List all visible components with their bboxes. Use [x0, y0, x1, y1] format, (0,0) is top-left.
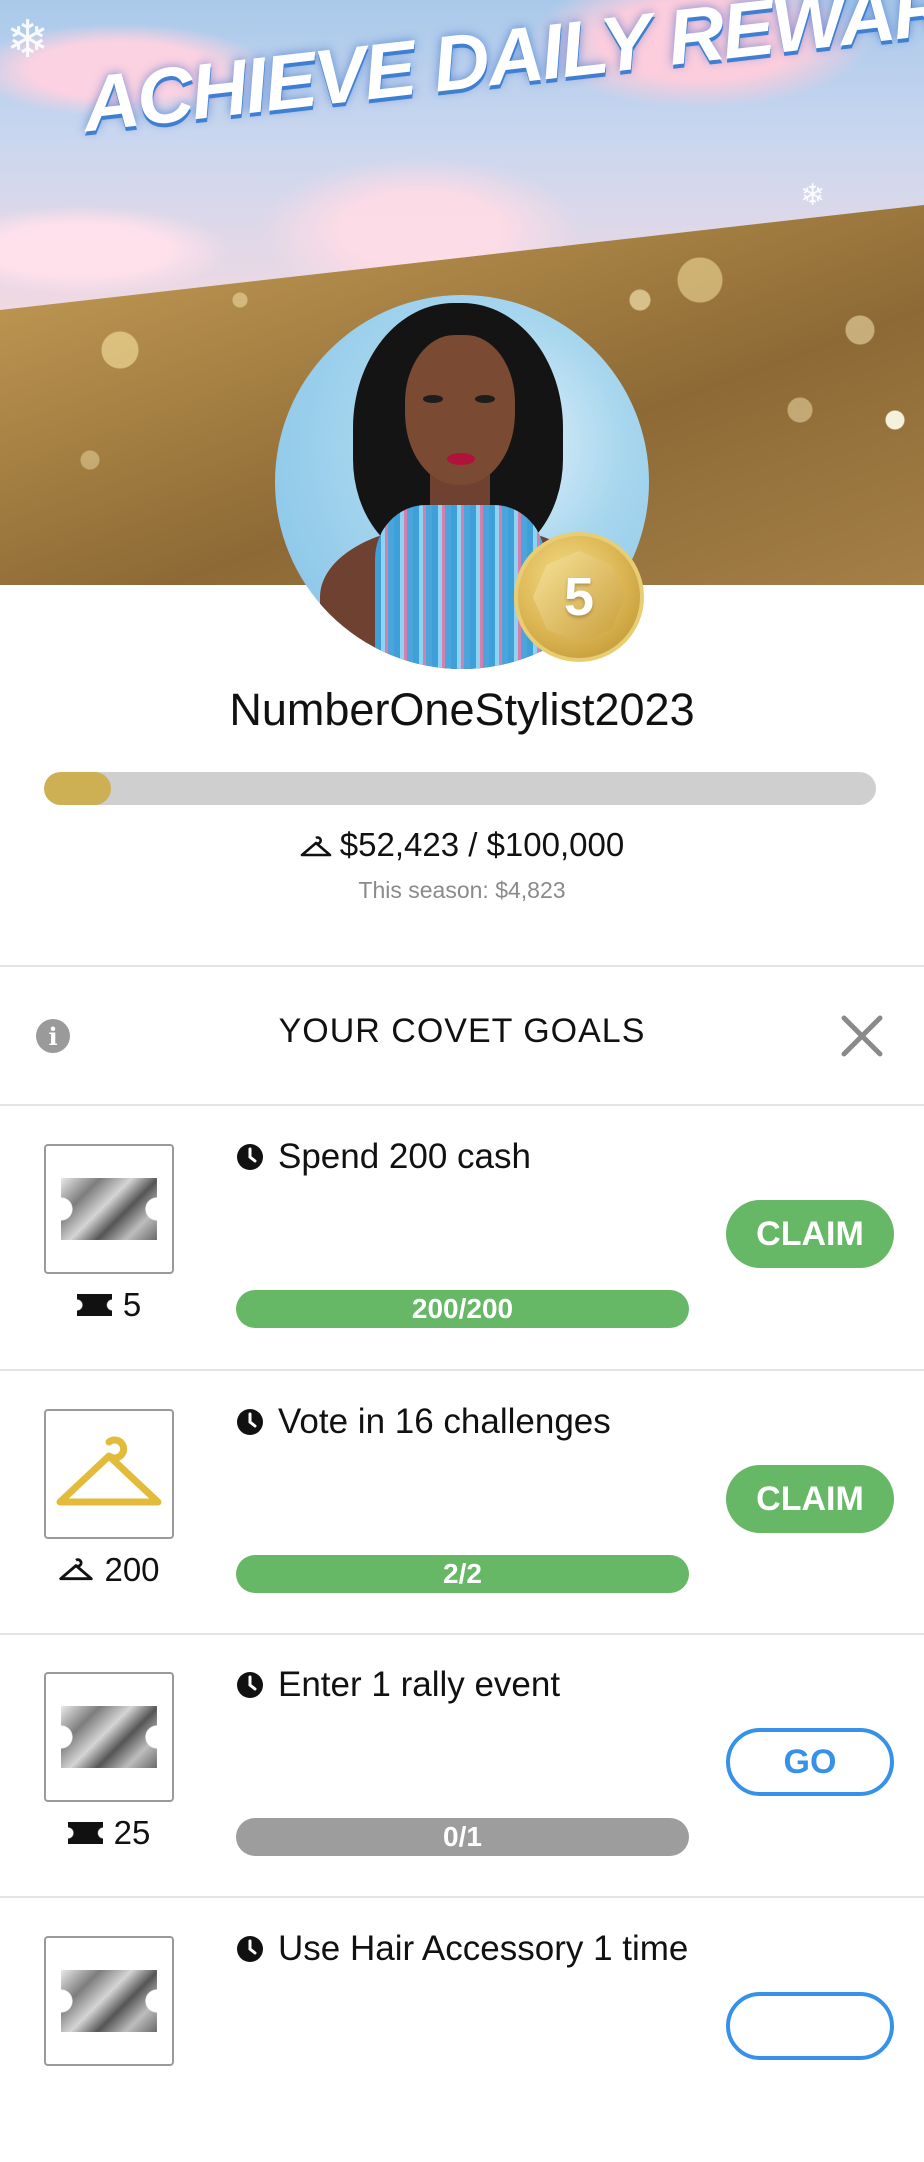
reward-thumbnail [44, 1144, 174, 1274]
goal-description-row: Enter 1 rally event [236, 1664, 706, 1706]
go-button[interactable]: GO [726, 1728, 894, 1796]
divider [0, 965, 924, 967]
ticket-icon [61, 1970, 157, 2032]
balance-row: $52,423 / $100,000 [0, 826, 924, 864]
divider [0, 1633, 924, 1635]
goal-description-row: Spend 200 cash [236, 1136, 706, 1178]
clock-icon [237, 1672, 263, 1698]
reward-amount: 25 [113, 1814, 151, 1851]
season-earnings: This season: $4,823 [358, 877, 566, 903]
goal-description: Use Hair Accessory 1 time [278, 1929, 689, 1968]
avatar-eye [423, 395, 443, 403]
claim-button[interactable]: CLAIM [726, 1200, 894, 1268]
goal-description: Spend 200 cash [278, 1137, 531, 1176]
reward-amount: 200 [104, 1551, 160, 1588]
ticket-icon [61, 1178, 157, 1240]
ticket-icon [76, 1294, 113, 1316]
reward-amount-row: 5 [44, 1286, 174, 1324]
divider [0, 1896, 924, 1898]
avatar-eye [475, 395, 495, 403]
level-progress-fill [44, 772, 111, 805]
username: NumberOneStylist2023 [229, 684, 695, 735]
clock-icon [237, 1409, 263, 1435]
goal-description-row: Vote in 16 challenges [236, 1401, 706, 1443]
claim-button[interactable]: CLAIM [726, 1465, 894, 1533]
reward-thumbnail [44, 1409, 174, 1539]
reward-amount-row: 200 [44, 1551, 174, 1589]
level-number: 5 [533, 551, 625, 643]
go-button[interactable] [726, 1992, 894, 2060]
clock-icon [237, 1144, 263, 1170]
goal-row: 5 Spend 200 cash 200/200 CLAIM [0, 1108, 924, 1370]
reward-thumbnail [44, 1936, 174, 2066]
gold-hanger-icon [56, 1436, 162, 1506]
reward-amount-row: 25 [44, 1814, 174, 1852]
hanger-icon [59, 1558, 94, 1581]
close-icon[interactable] [840, 1014, 884, 1058]
balance-text: $52,423 / $100,000 [339, 826, 625, 863]
divider [0, 1104, 924, 1106]
level-badge: 5 [514, 532, 644, 662]
reward-thumbnail [44, 1672, 174, 1802]
goal-row: 25 Enter 1 rally event 0/1 GO [0, 1636, 924, 1898]
goal-description: Enter 1 rally event [278, 1665, 561, 1704]
goal-description-row: Use Hair Accessory 1 time [236, 1928, 706, 1970]
avatar-lips [447, 453, 475, 465]
goal-row: Use Hair Accessory 1 time [0, 1900, 924, 2162]
divider [0, 1369, 924, 1371]
goal-description: Vote in 16 challenges [278, 1402, 611, 1441]
ticket-icon [67, 1822, 104, 1844]
ticket-icon [61, 1706, 157, 1768]
goal-progress-bar: 0/1 [236, 1818, 689, 1856]
goal-row: 200 Vote in 16 challenges 2/2 CLAIM [0, 1373, 924, 1635]
hanger-icon [300, 836, 332, 857]
goal-progress-bar: 200/200 [236, 1290, 689, 1328]
reward-amount: 5 [122, 1286, 142, 1323]
goal-progress-bar: 2/2 [236, 1555, 689, 1593]
snowflake-icon: ❄ [800, 179, 826, 212]
goals-title: YOUR COVET GOALS [278, 1012, 646, 1050]
clock-icon [237, 1936, 263, 1962]
level-progress-bar [44, 772, 876, 805]
snowflake-icon: ❄ [6, 11, 50, 69]
